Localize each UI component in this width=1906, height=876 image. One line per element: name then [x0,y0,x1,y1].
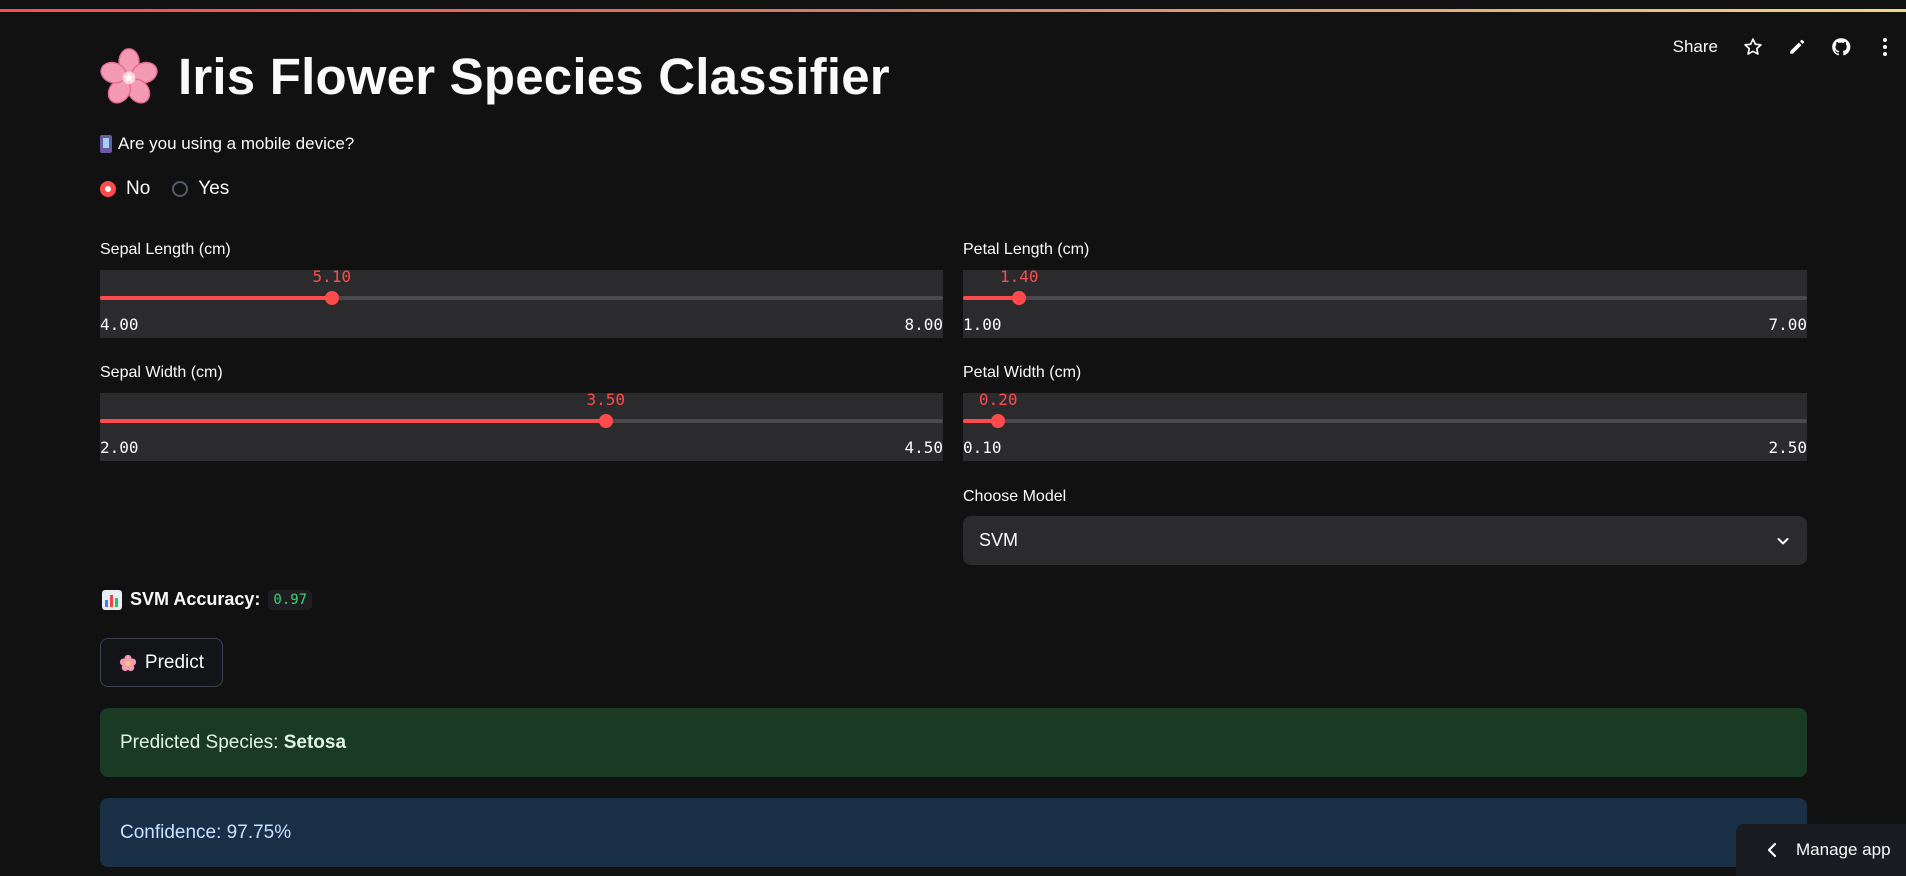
top-decoration-bar [0,0,1906,12]
accuracy-label: SVM Accuracy: [130,589,261,609]
mobile-question: Are you using a mobile device? [100,134,354,154]
slider-min: 2.00 [100,438,139,457]
share-button[interactable]: Share [1673,37,1718,57]
more-icon[interactable] [1874,36,1896,58]
radio-option-no[interactable]: No [100,178,150,200]
radio-label-no: No [126,178,151,199]
slider-fill [100,419,606,423]
slider-max: 8.00 [904,315,943,334]
mobile-radio-group: No Yes [100,178,229,200]
sepal-length-label: Sepal Length (cm) [100,241,231,258]
page-title: Iris Flower Species Classifier [100,46,890,106]
bar-chart-icon [102,589,122,610]
radio-label-yes: Yes [198,178,230,199]
page-title-text: Iris Flower Species Classifier [178,47,890,105]
slider-fill [963,296,1020,300]
slider-value: 3.50 [586,390,626,409]
predict-button[interactable]: Predict [100,638,223,687]
slider-track[interactable] [963,296,1807,300]
sepal-length-slider: 5.10 4.00 8.00 [100,267,943,338]
chevron-left-icon [1767,842,1777,858]
confidence-text: Confidence: 97.75% [120,821,292,843]
slider-thumb[interactable] [991,414,1006,428]
cherry-blossom-icon [100,48,158,104]
slider-track[interactable] [963,419,1807,423]
slider-thumb[interactable] [1012,291,1027,305]
slider-max: 2.50 [1768,438,1807,457]
predicted-species: Setosa [283,731,347,753]
slider-min: 0.10 [963,438,1002,457]
slider-fill [100,296,332,300]
radio-selected-indicator[interactable] [100,181,116,197]
app-toolbar: Share [1673,36,1896,58]
slider-value: 5.10 [312,267,352,286]
model-select[interactable]: SVM [963,516,1807,565]
sepal-width-slider: 3.50 2.00 4.50 [100,390,943,461]
mobile-question-label: Are you using a mobile device? [118,134,355,153]
prediction-prefix: Predicted Species: [120,731,284,753]
slider-value: 0.20 [978,390,1018,409]
flower-icon [119,654,137,671]
slider-max: 7.00 [1768,315,1807,334]
slider-value: 1.40 [1000,267,1039,286]
petal-length-slider: 1.40 1.00 7.00 [963,267,1807,338]
petal-width-label: Petal Width (cm) [963,364,1082,381]
prediction-result: Predicted Species: Setosa [100,708,1807,777]
petal-length-label: Petal Length (cm) [963,241,1090,258]
edit-icon[interactable] [1786,36,1808,58]
predict-button-label: Predict [144,651,205,673]
slider-thumb[interactable] [324,291,339,305]
star-icon[interactable] [1742,36,1764,58]
accuracy-value: 0.97 [268,589,313,610]
accuracy-display: SVM Accuracy: 0.97 [102,589,313,610]
confidence-result: Confidence: 97.75% [100,798,1807,867]
slider-min: 1.00 [963,315,1002,334]
slider-thumb[interactable] [598,414,613,428]
petal-width-slider: 0.20 0.10 2.50 [963,390,1807,461]
model-select-label: Choose Model [963,488,1067,505]
sepal-width-label: Sepal Width (cm) [100,364,223,381]
radio-option-yes[interactable]: Yes [172,178,229,200]
manage-app-label: Manage app [1796,840,1891,859]
slider-min: 4.00 [100,315,139,334]
radio-unselected-indicator[interactable] [172,181,189,197]
mobile-phone-icon [100,135,112,153]
slider-max: 4.50 [904,438,943,457]
chevron-down-icon [1777,537,1789,544]
manage-app-button[interactable]: Manage app [1736,824,1906,876]
github-icon[interactable] [1830,36,1852,58]
model-select-value: SVM [979,530,1019,550]
